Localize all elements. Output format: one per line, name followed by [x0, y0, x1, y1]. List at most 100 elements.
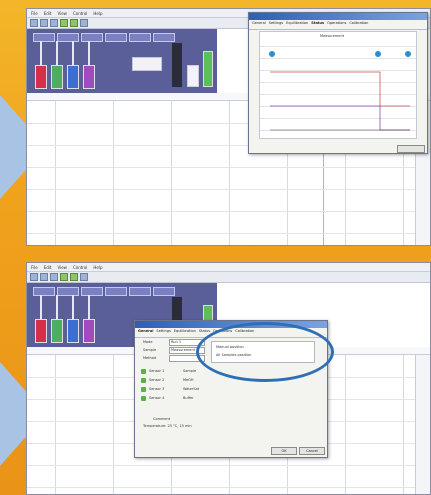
pump-bar-4[interactable] — [105, 287, 127, 296]
detector-column[interactable] — [172, 43, 182, 87]
tab-status[interactable]: Status — [311, 21, 324, 28]
gridline — [27, 211, 418, 212]
menu-edit[interactable]: Edit — [44, 11, 52, 16]
marker-right-1 — [375, 51, 381, 57]
status-dialog-top: General Settings Equilibration Status Op… — [248, 12, 428, 154]
pump-bar-6[interactable] — [153, 287, 175, 296]
pump-bar-2[interactable] — [57, 287, 79, 296]
reagent-bottle-green[interactable] — [51, 319, 63, 343]
chart-icon[interactable] — [70, 273, 78, 281]
marker-right-2 — [405, 51, 411, 57]
highlight-ring — [196, 322, 334, 382]
status-plot: Measurement — [259, 31, 417, 139]
chart-icon[interactable] — [70, 19, 78, 27]
sensor-1-label: Sensor 1 — [149, 369, 165, 373]
pump-bar-6[interactable] — [153, 33, 175, 42]
tab-settings[interactable]: Settings — [156, 329, 170, 336]
settings-icon[interactable] — [80, 19, 88, 27]
run-icon[interactable] — [60, 273, 68, 281]
tab-operations[interactable]: Operations — [327, 21, 346, 28]
pump-bar-1[interactable] — [33, 33, 55, 42]
pump-bar-3[interactable] — [81, 33, 103, 42]
tab-equilibration[interactable]: Equilibration — [174, 329, 196, 336]
menu-help[interactable]: Help — [93, 265, 102, 270]
gridline — [345, 355, 346, 494]
comment-text[interactable]: Temperature: 25 °C, 15 min — [143, 424, 192, 428]
right-side-panel — [415, 355, 430, 494]
sensor-3-check-icon[interactable] — [141, 387, 146, 392]
status-traces — [269, 51, 411, 131]
open-icon[interactable] — [40, 273, 48, 281]
sensor-2-label: Sensor 2 — [149, 378, 165, 382]
tab-settings[interactable]: Settings — [269, 21, 283, 28]
measurement-cell[interactable] — [132, 57, 162, 71]
dialog-title-bar — [249, 13, 427, 20]
menu-view[interactable]: View — [57, 265, 67, 270]
row-label-sample: Sample — [143, 348, 157, 352]
gridline — [27, 189, 418, 190]
tab-general[interactable]: General — [252, 21, 266, 28]
tab-calibration[interactable]: Calibration — [349, 21, 368, 28]
sample-value: Measurement — [171, 348, 196, 352]
menu-control[interactable]: Control — [73, 11, 87, 16]
menu-bar: File Edit View Control Help — [27, 263, 430, 272]
pump-bar-2[interactable] — [57, 33, 79, 42]
menu-file[interactable]: File — [31, 265, 38, 270]
tab-general[interactable]: General — [138, 329, 153, 336]
new-icon[interactable] — [30, 19, 38, 27]
trace-purple — [270, 105, 410, 131]
gridline — [27, 465, 418, 466]
sensor-1-check-icon[interactable] — [141, 369, 146, 374]
gridline — [55, 355, 56, 494]
settings-icon[interactable] — [80, 273, 88, 281]
pump-bar-4[interactable] — [105, 33, 127, 42]
save-icon[interactable] — [50, 19, 58, 27]
sensor-3-value: WaterSat — [183, 387, 200, 391]
pump-bar-5[interactable] — [129, 287, 151, 296]
sensor-4-label: Sensor 4 — [149, 396, 165, 400]
menu-file[interactable]: File — [31, 11, 38, 16]
sensor-4-value: Buffer — [183, 396, 194, 400]
pump-bar-3[interactable] — [81, 287, 103, 296]
sensor-1-value: Sample — [183, 369, 197, 373]
save-icon[interactable] — [50, 273, 58, 281]
reagent-bottle-blue[interactable] — [67, 319, 79, 343]
reagent-bottle-purple[interactable] — [83, 65, 95, 89]
row-label-method: Method — [143, 356, 157, 360]
green-reservoir[interactable] — [203, 51, 213, 87]
menu-control[interactable]: Control — [73, 265, 87, 270]
trace-red — [270, 71, 410, 107]
new-icon[interactable] — [30, 273, 38, 281]
gridline — [403, 355, 404, 494]
sensor-2-check-icon[interactable] — [141, 378, 146, 383]
sensor-2-value: MeOH — [183, 378, 194, 382]
menu-view[interactable]: View — [57, 11, 67, 16]
menu-edit[interactable]: Edit — [44, 265, 52, 270]
reagent-bottle-green[interactable] — [51, 65, 63, 89]
gridline — [27, 167, 418, 168]
pump-bar-1[interactable] — [33, 287, 55, 296]
run-icon[interactable] — [60, 19, 68, 27]
reagent-bottle-purple[interactable] — [83, 319, 95, 343]
cancel-button[interactable]: Cancel — [299, 447, 325, 455]
open-icon[interactable] — [40, 19, 48, 27]
sensor-4-check-icon[interactable] — [141, 396, 146, 401]
tab-equilibration[interactable]: Equilibration — [286, 21, 308, 28]
sensor-list: Sensor 1 Sample Sensor 2 MeOH Sensor 3 W… — [141, 369, 221, 413]
dialog-tabs: General Settings Equilibration Status Op… — [249, 20, 427, 30]
pump-bar-5[interactable] — [129, 33, 151, 42]
mode-value: Run 1 — [171, 340, 182, 344]
reagent-bottle-red[interactable] — [35, 319, 47, 343]
dialog-close-button[interactable] — [397, 145, 425, 153]
gridline — [113, 355, 114, 494]
ok-button[interactable]: OK — [271, 447, 297, 455]
marker-left — [269, 51, 275, 57]
menu-help[interactable]: Help — [93, 11, 102, 16]
reagent-bottle-red[interactable] — [35, 65, 47, 89]
instrument-schematic — [27, 29, 217, 95]
row-label-mode: Mode — [143, 340, 153, 344]
gridline — [27, 487, 418, 488]
reagent-bottle-blue[interactable] — [67, 65, 79, 89]
waste-bottle[interactable] — [187, 65, 199, 87]
sensor-3-label: Sensor 3 — [149, 387, 165, 391]
